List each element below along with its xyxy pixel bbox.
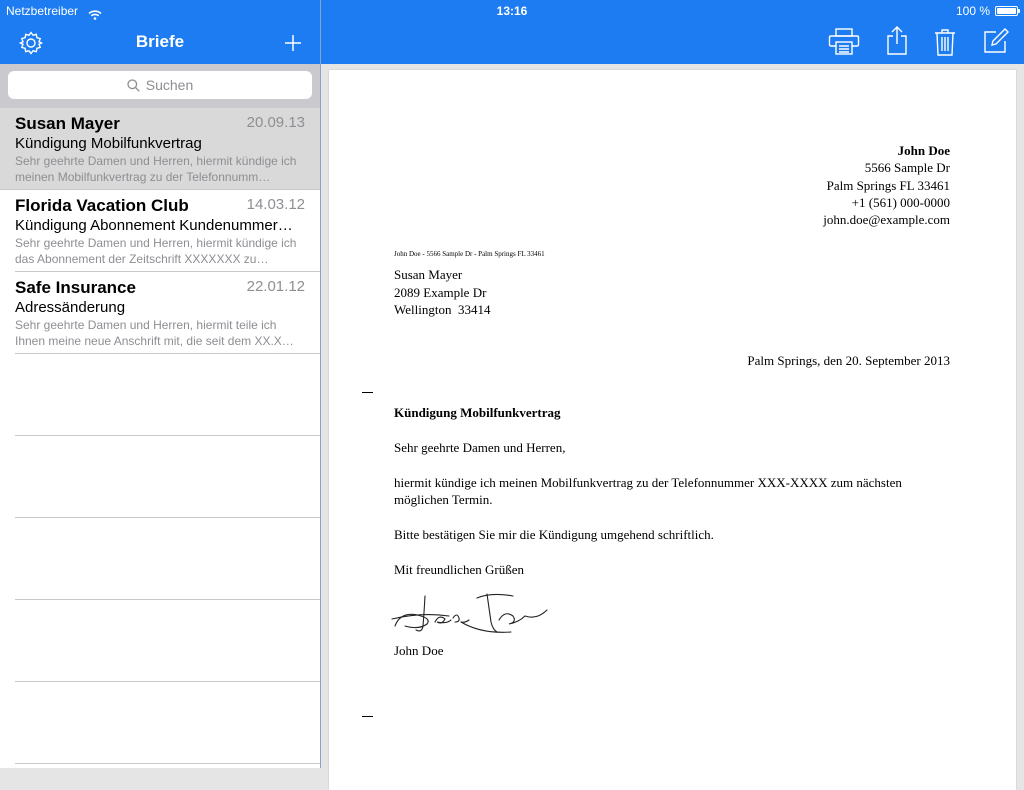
list-item[interactable]: Safe Insurance 22.01.12 Adressänderung S… xyxy=(15,272,320,354)
search-bar: Suchen xyxy=(0,64,320,108)
letter-preview: Sehr geehrte Damen und Herren, hiermit k… xyxy=(15,236,297,266)
list-item[interactable]: Florida Vacation Club 14.03.12 Kündigung… xyxy=(15,190,320,272)
sender-name: John Doe xyxy=(897,143,950,158)
sidebar-title: Briefe xyxy=(135,32,185,51)
plus-icon xyxy=(285,35,301,51)
empty-row xyxy=(15,518,320,600)
letter-preview: Sehr geehrte Damen und Herren, hiermit k… xyxy=(15,154,297,184)
sender-city: Palm Springs FL 33461 xyxy=(826,177,950,193)
letter-subject: Kündigung Abonnement Kundenummer… xyxy=(15,217,293,234)
empty-row xyxy=(15,600,320,682)
battery-icon xyxy=(995,6,1020,16)
fold-mark xyxy=(362,716,373,717)
printer-icon xyxy=(828,28,860,55)
delete-button[interactable] xyxy=(930,25,960,58)
clock: 13:16 xyxy=(496,4,528,18)
closing: Mit freundlichen Grüßen xyxy=(394,562,524,577)
letter-subject-line: Kündigung Mobilfunkvertrag xyxy=(394,405,561,420)
battery-percent: 100 % xyxy=(955,4,990,18)
letter-subject: Kündigung Mobilfunkvertrag xyxy=(15,135,202,152)
letter-subject: Adressänderung xyxy=(15,299,126,316)
place-date: Palm Springs, den 20. September 2013 xyxy=(747,353,950,368)
empty-row xyxy=(15,682,320,764)
body-paragraph-1: hiermit kündige ich meinen Mobilfunkvert… xyxy=(394,475,902,508)
recipient-city: Wellington 33414 xyxy=(394,302,491,317)
share-icon xyxy=(887,26,907,55)
signature-name: John Doe xyxy=(394,643,444,658)
body-paragraph-2: Bitte bestätigen Sie mir die Kündigung u… xyxy=(394,527,714,542)
letter-page: John Doe 5566 Sample Dr Palm Springs FL … xyxy=(329,70,1016,790)
sender-email: john.doe@example.com xyxy=(823,212,950,228)
share-button[interactable] xyxy=(882,24,912,58)
add-letter-button[interactable] xyxy=(278,28,308,58)
recipient-name: Susan Mayer xyxy=(394,267,463,282)
letters-sidebar: Suchen Susan Mayer 20.09.13 Kündigung Mo… xyxy=(0,64,320,768)
search-placeholder: Suchen xyxy=(145,77,194,93)
sender-block: John Doe 5566 Sample Dr Palm Springs FL … xyxy=(823,142,950,228)
list-item[interactable]: Susan Mayer 20.09.13 Kündigung Mobilfunk… xyxy=(0,108,320,190)
signature-image xyxy=(391,593,548,633)
letter-recipient: Susan Mayer xyxy=(15,114,120,133)
return-address-line: John Doe - 5566 Sample Dr - Palm Springs… xyxy=(394,250,545,258)
trash-icon xyxy=(935,28,955,56)
empty-row xyxy=(15,354,320,436)
search-input[interactable]: Suchen xyxy=(8,71,312,99)
sender-street: 5566 Sample Dr xyxy=(864,160,950,176)
letter-preview: Sehr geehrte Damen und Herren, hiermit t… xyxy=(15,318,294,348)
letter-recipient: Safe Insurance xyxy=(15,278,136,297)
empty-row xyxy=(15,436,320,518)
compose-button[interactable] xyxy=(980,25,1012,57)
top-bar: Netzbetreiber 13:16 100 % Briefe xyxy=(0,0,1024,64)
search-icon xyxy=(127,78,140,92)
fold-mark xyxy=(362,392,373,393)
letter-date: 14.03.12 xyxy=(246,196,305,213)
document-viewer[interactable]: John Doe 5566 Sample Dr Palm Springs FL … xyxy=(321,64,1024,790)
recipient-street: 2089 Example Dr xyxy=(394,284,487,300)
status-bar: Netzbetreiber 13:16 100 % xyxy=(0,0,1024,20)
letter-date: 20.09.13 xyxy=(246,114,305,131)
letter-date: 22.01.12 xyxy=(246,278,305,295)
sender-phone: +1 (561) 000-0000 xyxy=(851,194,950,210)
letter-recipient: Florida Vacation Club xyxy=(15,196,189,215)
recipient-block: Susan Mayer 2089 Example Dr Wellington 3… xyxy=(394,266,490,319)
compose-icon xyxy=(984,28,1009,53)
letters-list: Susan Mayer 20.09.13 Kündigung Mobilfunk… xyxy=(0,108,320,764)
print-button[interactable] xyxy=(826,26,862,58)
split-divider xyxy=(320,0,321,768)
salutation: Sehr geehrte Damen und Herren, xyxy=(394,440,566,455)
